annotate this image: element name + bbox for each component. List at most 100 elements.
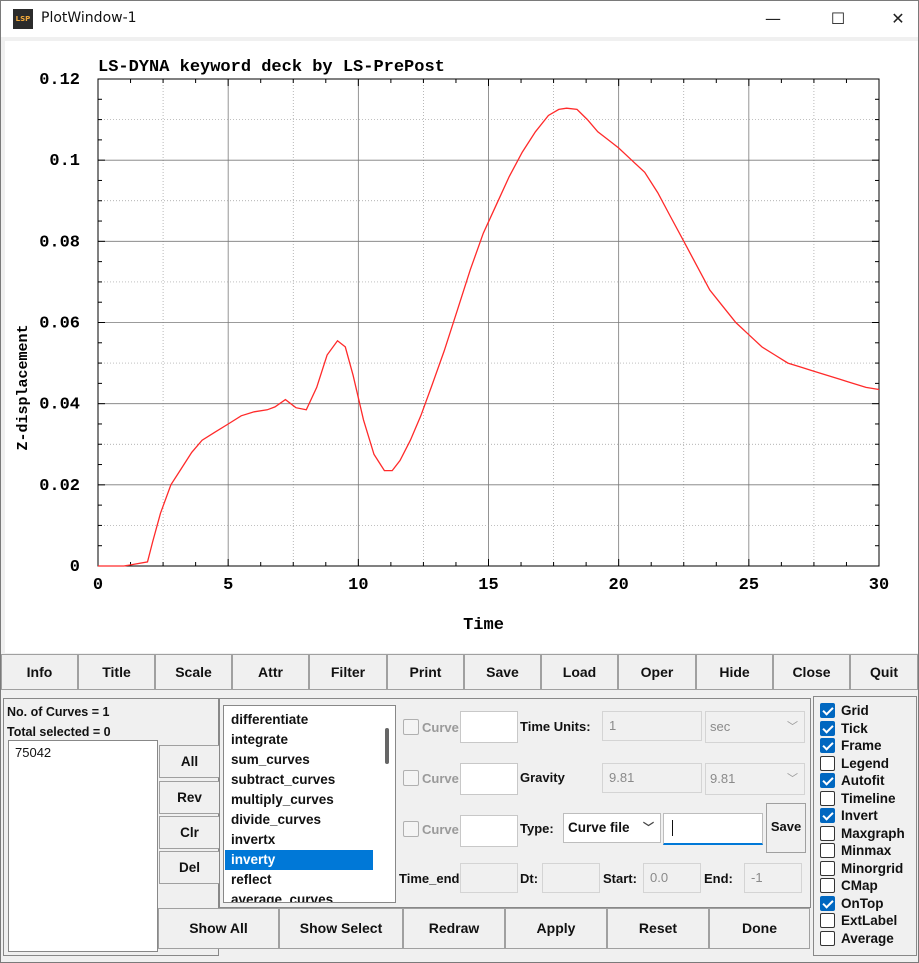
select-all-button[interactable]: All bbox=[159, 745, 220, 778]
reset-button[interactable]: Reset bbox=[607, 908, 709, 949]
time-end-label: Time_end bbox=[399, 871, 460, 886]
close-button[interactable]: Close bbox=[773, 654, 850, 690]
maxgraph-checkbox[interactable] bbox=[820, 825, 835, 841]
maximize-icon[interactable]: ☐ bbox=[809, 1, 867, 37]
plot-canvas[interactable]: 0 5 10 15 20 25 30 0 0.02 0.04 0.06 0.08 0.1 0.12 LS-… bbox=[5, 41, 918, 653]
title-button[interactable]: Title bbox=[78, 654, 155, 690]
clear-selection-button[interactable]: Clr bbox=[159, 816, 220, 849]
op-divide-curves[interactable]: divide_curves bbox=[225, 810, 373, 830]
ontop-checkbox[interactable] bbox=[820, 895, 835, 911]
op-differentiate[interactable]: differentiate bbox=[225, 710, 373, 730]
invert-checkbox[interactable] bbox=[820, 808, 835, 823]
curve-list-item[interactable]: 75042 bbox=[15, 745, 51, 760]
option-maxgraph[interactable]: Maxgraph bbox=[820, 825, 916, 842]
window-title: PlotWindow-1 bbox=[41, 10, 137, 26]
option-minmax[interactable]: Minmax bbox=[820, 842, 916, 859]
cmap-checkbox[interactable] bbox=[820, 878, 835, 893]
grid-checkbox[interactable] bbox=[820, 703, 835, 718]
display-options: Grid Tick Frame Legend Autofit Timeline … bbox=[813, 696, 917, 956]
oper-button[interactable]: Oper bbox=[618, 654, 696, 690]
option-cmap[interactable]: CMap bbox=[820, 877, 916, 894]
redraw-button[interactable]: Redraw bbox=[403, 908, 505, 949]
curve1-checkbox[interactable] bbox=[403, 719, 419, 735]
gravity-select[interactable]: 9.81 ﹀ bbox=[705, 763, 805, 795]
op-average-curves[interactable]: average_curves bbox=[225, 890, 373, 902]
scale-button[interactable]: Scale bbox=[155, 654, 232, 690]
time-end-input[interactable] bbox=[460, 863, 518, 893]
frame-checkbox[interactable] bbox=[820, 738, 835, 753]
curve2-checkbox[interactable] bbox=[403, 770, 419, 786]
curve2-input[interactable] bbox=[460, 763, 518, 795]
tick-checkbox[interactable] bbox=[820, 720, 835, 736]
option-autofit[interactable]: Autofit bbox=[820, 772, 916, 789]
option-timeline[interactable]: Timeline bbox=[820, 790, 916, 807]
timeline-label: Timeline bbox=[841, 790, 896, 806]
close-window-icon[interactable]: ✕ bbox=[869, 1, 918, 37]
operation-list[interactable]: differentiate integrate sum_curves subtr… bbox=[223, 705, 396, 903]
op-invertx[interactable]: invertx bbox=[225, 830, 373, 850]
autofit-checkbox[interactable] bbox=[820, 773, 835, 788]
load-button[interactable]: Load bbox=[541, 654, 618, 690]
operation-list-scrollbar[interactable] bbox=[385, 728, 389, 764]
plot-window: LSP PlotWindow-1 — ☐ ✕ 0 5 10 15 20 25 30 0 0.02… bbox=[0, 0, 919, 963]
save-curve-file-button[interactable]: Save bbox=[766, 803, 806, 853]
option-extlabel[interactable]: ExtLabel bbox=[820, 912, 916, 929]
timeline-checkbox[interactable] bbox=[820, 790, 835, 806]
op-sum-curves[interactable]: sum_curves bbox=[225, 750, 373, 770]
minorgrid-label: Minorgrid bbox=[841, 860, 904, 876]
show-select-button[interactable]: Show Select bbox=[279, 908, 403, 949]
curve-file-input[interactable] bbox=[663, 813, 763, 845]
delete-curve-button[interactable]: Del bbox=[159, 851, 220, 884]
curve-list[interactable]: 75042 bbox=[8, 740, 158, 952]
end-input[interactable]: -1 bbox=[744, 863, 802, 893]
minorgrid-checkbox[interactable] bbox=[820, 860, 835, 876]
op-reflect[interactable]: reflect bbox=[225, 870, 373, 890]
op-multiply-curves[interactable]: multiply_curves bbox=[225, 790, 373, 810]
legend-checkbox[interactable] bbox=[820, 755, 835, 771]
autofit-label: Autofit bbox=[841, 773, 885, 788]
end-label: End: bbox=[704, 871, 733, 886]
title-bar: LSP PlotWindow-1 — ☐ ✕ bbox=[1, 1, 918, 37]
minimize-icon[interactable]: — bbox=[744, 1, 802, 37]
quit-button[interactable]: Quit bbox=[850, 654, 918, 690]
show-all-button[interactable]: Show All bbox=[158, 908, 279, 949]
option-frame[interactable]: Frame bbox=[820, 737, 916, 754]
save-button[interactable]: Save bbox=[464, 654, 541, 690]
print-button[interactable]: Print bbox=[387, 654, 464, 690]
start-input[interactable]: 0.0 bbox=[643, 863, 701, 893]
op-inverty[interactable]: inverty bbox=[225, 850, 373, 870]
apply-button[interactable]: Apply bbox=[505, 908, 607, 949]
minmax-checkbox[interactable] bbox=[820, 843, 835, 858]
attr-button[interactable]: Attr bbox=[232, 654, 309, 690]
x-tick-label: 30 bbox=[869, 576, 889, 595]
time-units-select[interactable]: sec ﹀ bbox=[705, 711, 805, 743]
op-integrate[interactable]: integrate bbox=[225, 730, 373, 750]
option-average[interactable]: Average bbox=[820, 930, 916, 947]
curve1-input[interactable] bbox=[460, 711, 518, 743]
time-units-input[interactable]: 1 bbox=[602, 711, 702, 741]
option-minorgrid[interactable]: Minorgrid bbox=[820, 860, 916, 877]
option-grid[interactable]: Grid bbox=[820, 702, 916, 719]
option-tick[interactable]: Tick bbox=[820, 720, 916, 737]
type-select[interactable]: Curve file ﹀ bbox=[563, 813, 661, 843]
done-button[interactable]: Done bbox=[709, 908, 810, 949]
option-invert[interactable]: Invert bbox=[820, 807, 916, 824]
gravity-input[interactable]: 9.81 bbox=[602, 763, 702, 793]
curve3-input[interactable] bbox=[460, 815, 518, 847]
average-label: Average bbox=[841, 930, 894, 946]
option-legend[interactable]: Legend bbox=[820, 755, 916, 772]
average-checkbox[interactable] bbox=[820, 930, 835, 946]
filter-button[interactable]: Filter bbox=[309, 654, 387, 690]
curve3-checkbox[interactable] bbox=[403, 821, 419, 837]
y-tick-label: 0.12 bbox=[39, 71, 80, 90]
op-subtract-curves[interactable]: subtract_curves bbox=[225, 770, 373, 790]
info-button[interactable]: Info bbox=[1, 654, 78, 690]
y-tick-label: 0.06 bbox=[39, 315, 80, 334]
extlabel-label: ExtLabel bbox=[841, 913, 898, 928]
hide-button[interactable]: Hide bbox=[696, 654, 773, 690]
extlabel-checkbox[interactable] bbox=[820, 913, 835, 928]
curve1-label: Curve bbox=[422, 720, 459, 735]
reverse-selection-button[interactable]: Rev bbox=[159, 781, 220, 814]
option-ontop[interactable]: OnTop bbox=[820, 895, 916, 912]
dt-input[interactable] bbox=[542, 863, 600, 893]
